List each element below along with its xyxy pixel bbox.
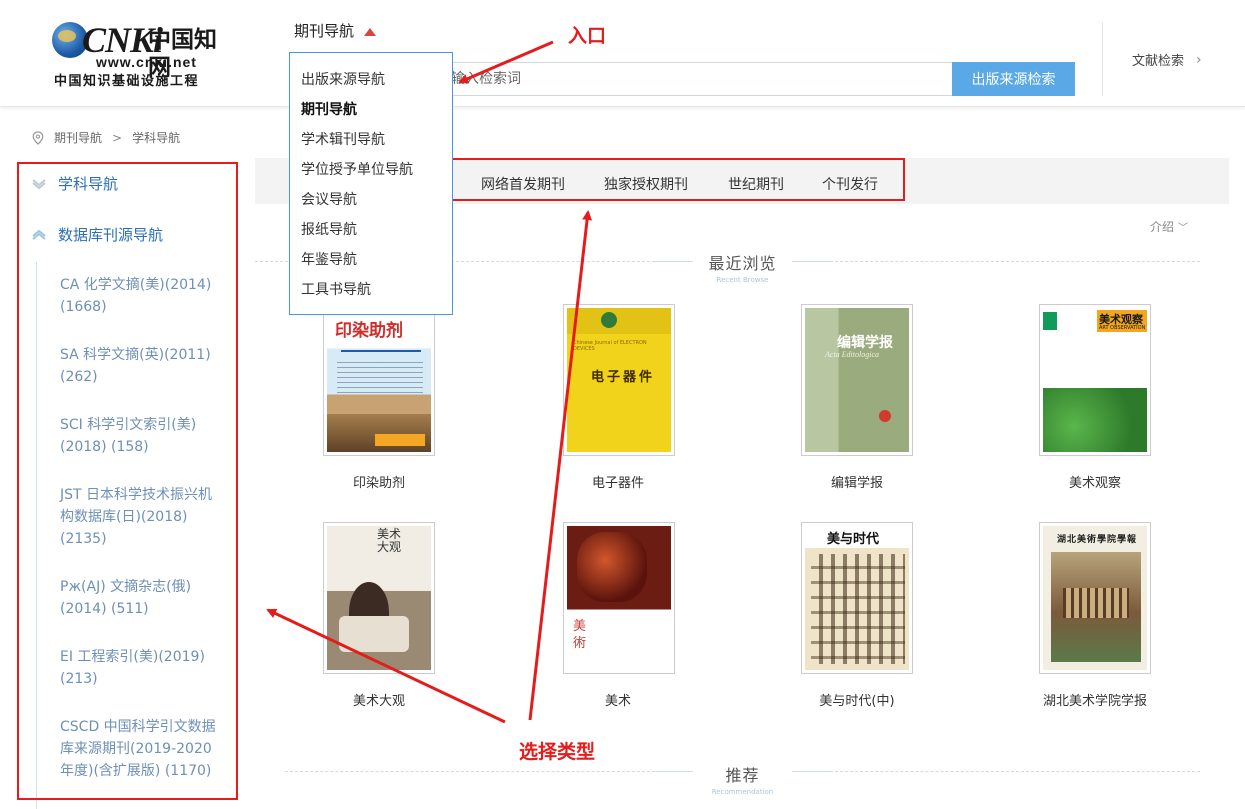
cover-title: 美与时代	[827, 532, 880, 547]
cover-title: 美术大观	[377, 527, 402, 554]
breadcrumb: 期刊导航 > 学科导航	[32, 129, 180, 146]
section-divider	[830, 261, 1200, 262]
cover-english-title: ART OBSERVATION	[1099, 325, 1146, 331]
cover-seal	[879, 410, 891, 422]
section-recommendation: 推荐 Recommendation	[693, 762, 792, 796]
cover-english-title: Chinese Journal of ELECTRON DEVICES	[573, 340, 647, 352]
section-title: 最近浏览	[708, 254, 777, 273]
breadcrumb-separator: >	[112, 130, 123, 145]
journal-cover[interactable]: 湖北美術學院學報	[1039, 522, 1151, 674]
journal-name[interactable]: 湖北美术学院学报	[1015, 690, 1175, 709]
doc-search-link[interactable]: 文献检索 ›	[1132, 50, 1202, 70]
annotation-label-entry: 入口	[568, 25, 607, 47]
cnki-logo[interactable]: CNKi 中国知网 www.cnki.net 中国知识基础设施工程	[52, 20, 237, 89]
cover-emblem	[601, 312, 617, 328]
journal-name[interactable]: 美术	[538, 690, 698, 709]
cover-road	[327, 414, 431, 452]
cover-title: 电子器件	[591, 370, 656, 385]
journal-name[interactable]: 印染助剂	[299, 472, 459, 491]
dropdown-item-source[interactable]: 出版来源导航	[301, 69, 385, 89]
journal-name[interactable]: 编辑学报	[777, 472, 937, 491]
journal-cover[interactable]: 美术大观	[323, 522, 435, 674]
journal-name[interactable]: 电子器件	[538, 472, 698, 491]
cover-title: 美術	[573, 619, 587, 651]
cover-title: 印染助剂	[335, 321, 403, 341]
section-recent-browse: 最近浏览 Recent Browse	[693, 250, 792, 284]
dropdown-item-reference-book[interactable]: 工具书导航	[301, 279, 371, 299]
cover-english-title: Acta Editologica	[825, 350, 879, 359]
journal-cover[interactable]: Chinese Journal of ELECTRON DEVICES 电子器件	[563, 304, 675, 456]
chevron-right-icon: ›	[1196, 51, 1202, 68]
cover-text-block	[337, 362, 423, 396]
journal-cover[interactable]: 美与时代	[801, 522, 913, 674]
cover-sticker	[375, 434, 425, 446]
journal-cover[interactable]: 印染助剂	[323, 304, 435, 456]
cover-calligraphy	[811, 554, 905, 664]
annotation-label-choose-type: 选择类型	[519, 741, 596, 763]
nav-trigger-label: 期刊导航	[294, 22, 355, 40]
annotation-box-sidebar	[17, 162, 238, 800]
cover-header-band	[567, 308, 671, 334]
intro-label: 介绍	[1150, 220, 1175, 234]
dropdown-item-academic-series[interactable]: 学术辑刊导航	[301, 129, 385, 149]
caret-up-icon	[364, 27, 377, 36]
breadcrumb-item-subject-nav[interactable]: 学科导航	[132, 129, 180, 146]
section-divider	[830, 771, 1200, 772]
cover-artwork	[1043, 388, 1147, 452]
section-divider-accent	[655, 771, 693, 772]
cover-issue-tag	[1043, 312, 1057, 330]
journal-nav-trigger[interactable]: 期刊导航	[294, 20, 377, 41]
cover-stripe	[341, 350, 421, 352]
search-placeholder: 输入检索词	[451, 71, 521, 87]
section-divider-accent	[792, 771, 830, 772]
dropdown-item-journal[interactable]: 期刊导航	[301, 99, 357, 119]
section-subtitle: Recent Browse	[716, 276, 769, 284]
section-divider	[285, 771, 655, 772]
header-divider	[1102, 22, 1103, 96]
journal-name[interactable]: 美术大观	[299, 690, 459, 709]
cover-artwork	[577, 532, 647, 602]
dropdown-item-degree-unit[interactable]: 学位授予单位导航	[301, 159, 413, 179]
journal-name[interactable]: 美与时代(中)	[777, 690, 937, 709]
source-search-button[interactable]: 出版来源检索	[952, 62, 1075, 96]
dropdown-item-conference[interactable]: 会议导航	[301, 189, 357, 209]
nav-dropdown: 出版来源导航 期刊导航 学术辑刊导航 学位授予单位导航 会议导航 报纸导航 年鉴…	[289, 52, 453, 315]
doc-search-label: 文献检索	[1132, 54, 1185, 69]
section-title: 推荐	[725, 766, 760, 785]
journal-cover[interactable]: 编辑学报 Acta Editologica	[801, 304, 913, 456]
logo-tagline: 中国知识基础设施工程	[54, 74, 200, 89]
search-input[interactable]: 输入检索词	[450, 62, 952, 96]
annotation-box-type-tabs	[450, 158, 905, 201]
breadcrumb-item-journal-nav[interactable]: 期刊导航	[54, 129, 102, 146]
cover-figure-cloth	[339, 616, 409, 652]
cover-house	[1063, 588, 1129, 618]
dropdown-item-yearbook[interactable]: 年鉴导航	[301, 249, 357, 269]
section-divider-accent	[655, 261, 693, 262]
journal-cover[interactable]: 美术观察 ART OBSERVATION	[1039, 304, 1151, 456]
section-subtitle: Recommendation	[711, 788, 774, 796]
dropdown-item-newspaper[interactable]: 报纸导航	[301, 219, 357, 239]
logo-url: www.cnki.net	[96, 54, 197, 70]
cover-title: 编辑学报	[837, 335, 893, 351]
location-pin-icon	[32, 130, 44, 145]
journal-name[interactable]: 美术观察	[1015, 472, 1175, 491]
chevron-down-icon: ﹀	[1178, 223, 1189, 234]
cover-title: 湖北美術學院學報	[1057, 535, 1138, 545]
intro-toggle[interactable]: 介绍 ﹀	[1150, 218, 1188, 235]
journal-cover[interactable]: 美術	[563, 522, 675, 674]
section-divider-accent	[792, 261, 830, 262]
